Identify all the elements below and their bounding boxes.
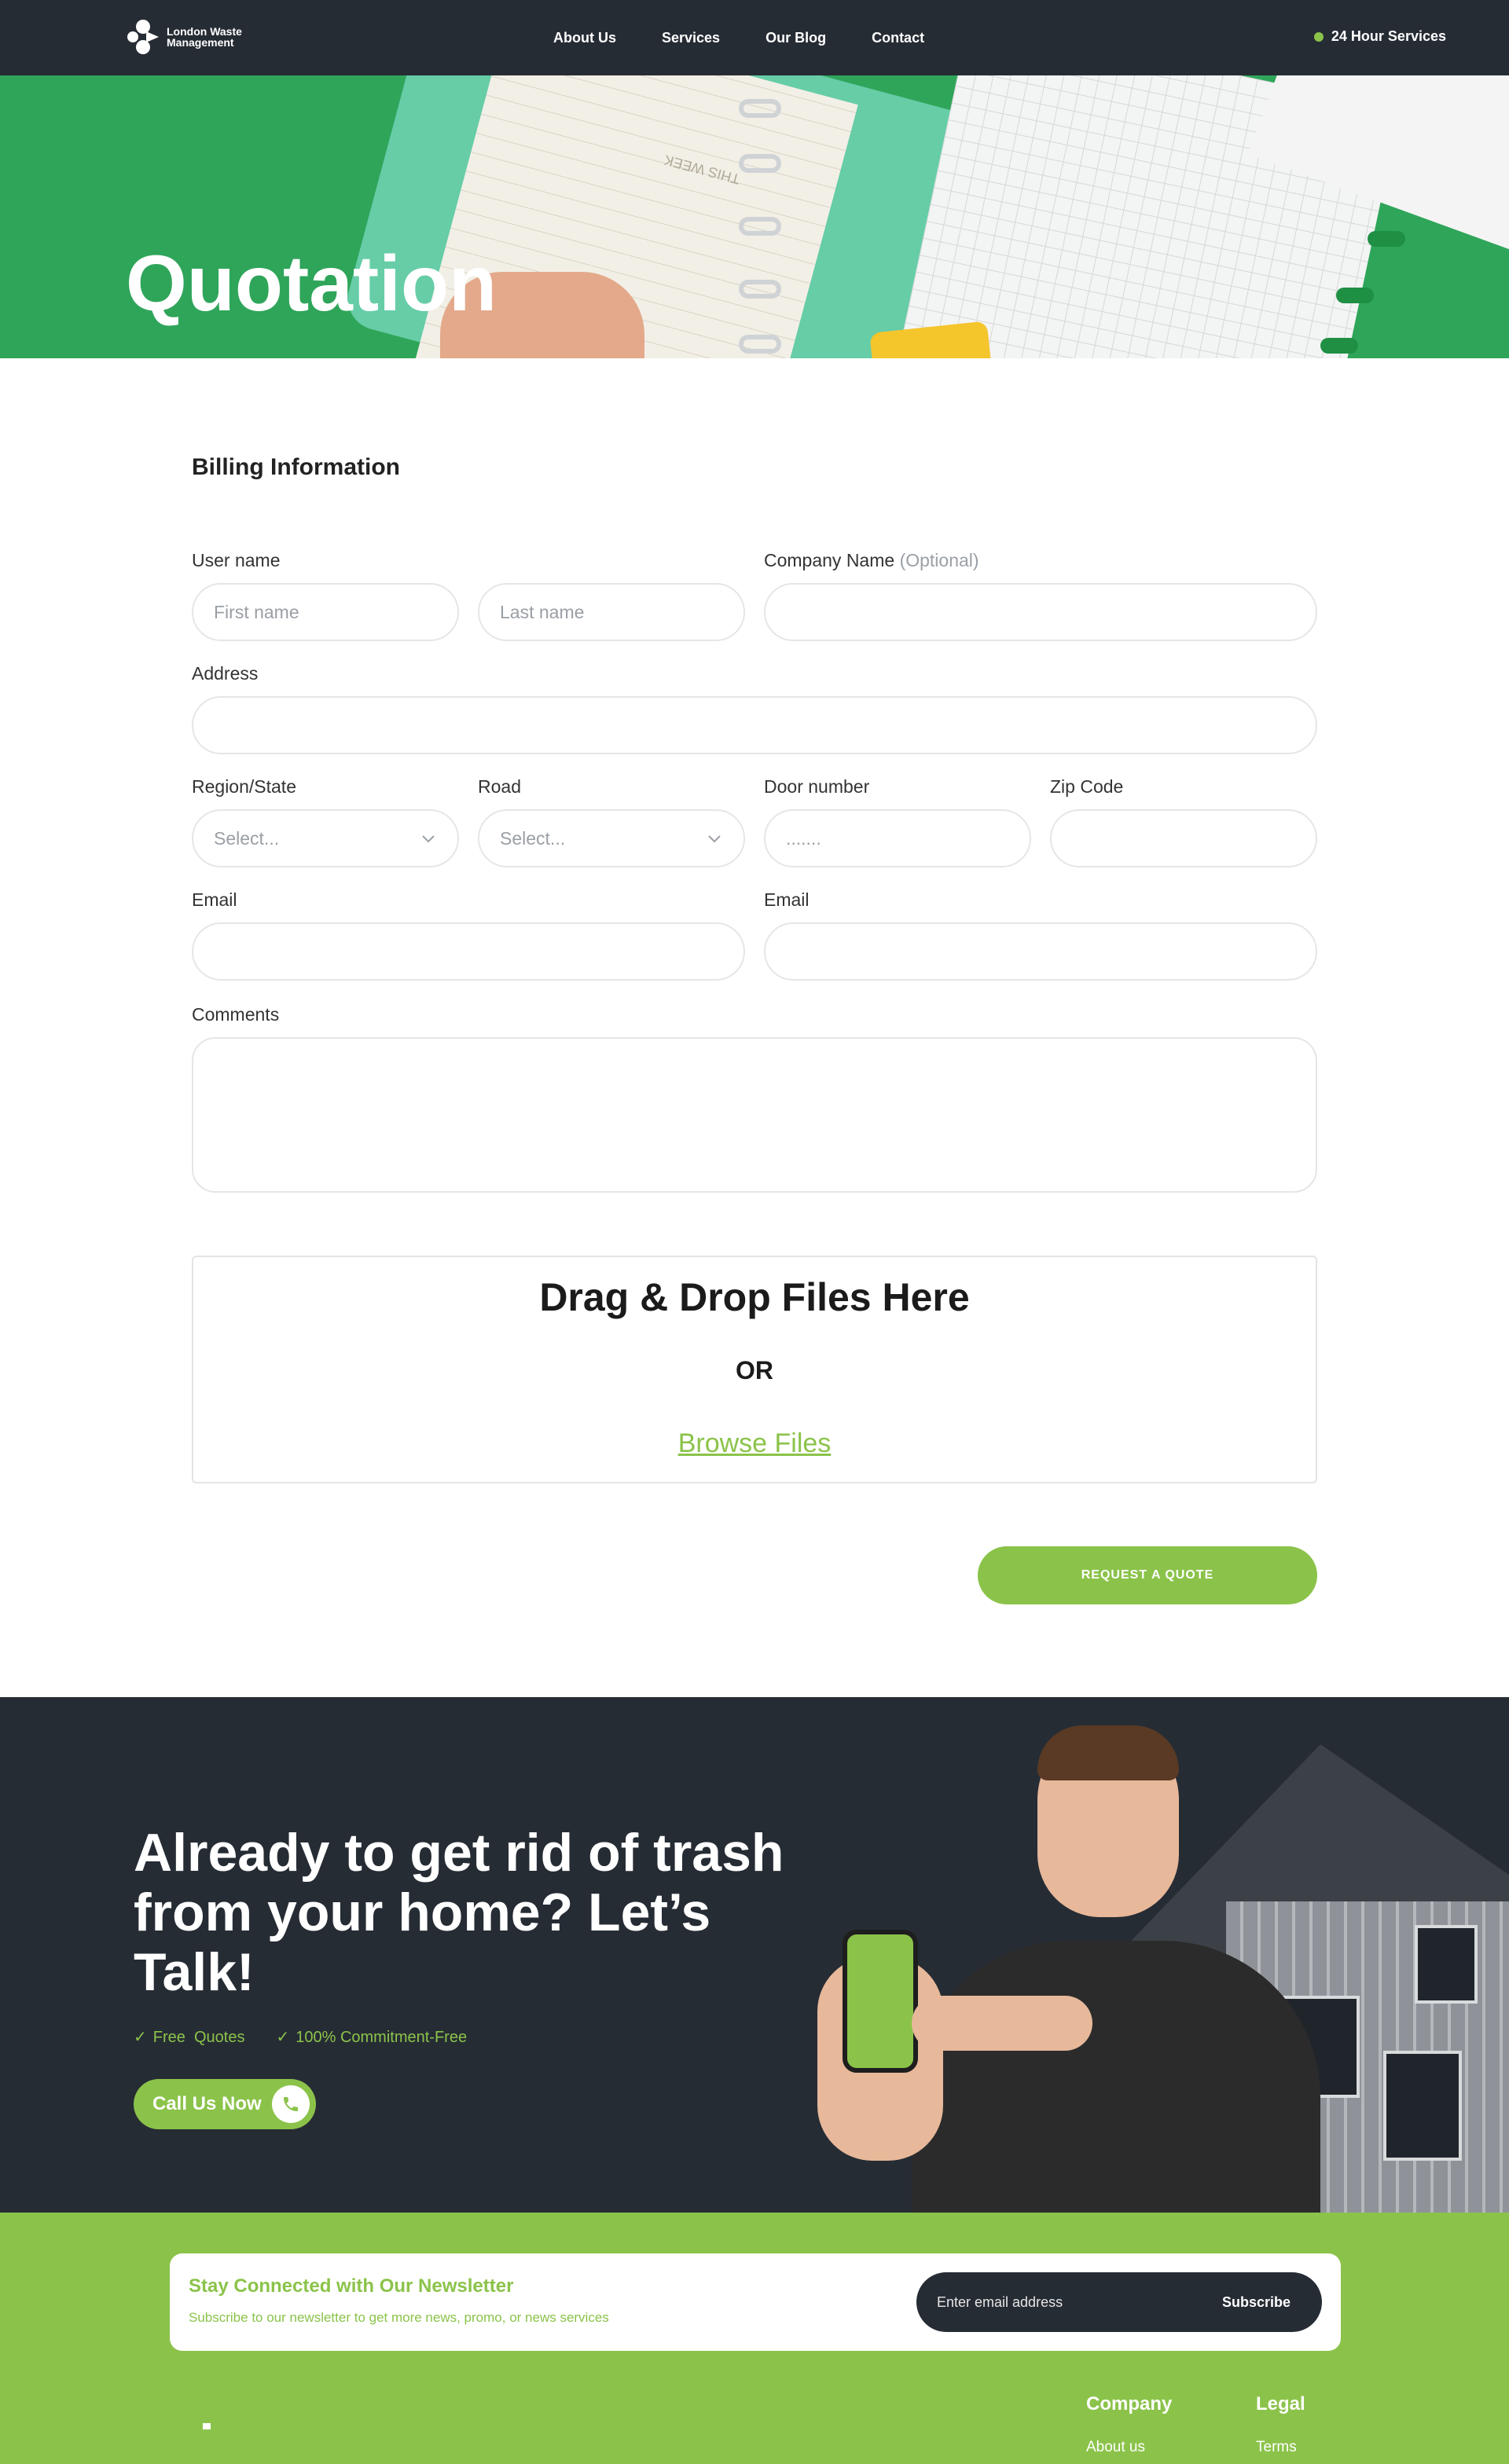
newsletter-title: Stay Connected with Our Newsletter	[189, 2275, 514, 2297]
company-name-input[interactable]	[764, 583, 1317, 641]
chevron-down-icon	[708, 835, 721, 843]
subscribe-button[interactable]: Subscribe	[1222, 2272, 1291, 2332]
worker-pointing-hand-image	[912, 1996, 1092, 2051]
main-nav: About Us Services Our Blog Contact	[553, 0, 924, 75]
folder-tab	[1368, 231, 1405, 247]
benefit-item: ✓ 100% Commitment-Free	[276, 2027, 467, 2047]
footer-logo-fragment	[203, 2423, 211, 2429]
footer-link-terms[interactable]: Terms	[1256, 2439, 1297, 2456]
last-name-input[interactable]	[478, 583, 745, 641]
nav-about-us[interactable]: About Us	[553, 30, 616, 46]
newsletter-card: Stay Connected with Our Newsletter Subsc…	[170, 2253, 1341, 2351]
nav-contact[interactable]: Contact	[872, 30, 924, 46]
worker-image	[912, 1941, 1320, 2213]
email-label-secondary: Email	[764, 889, 810, 910]
footer-link-about-us[interactable]: About us	[1086, 2439, 1145, 2456]
zip-code-label: Zip Code	[1050, 776, 1124, 797]
logo-text: London Waste Management	[167, 25, 242, 49]
zip-code-input[interactable]	[1050, 809, 1317, 867]
binder-rings-image	[739, 83, 786, 358]
chevron-down-icon	[422, 835, 435, 843]
folder-tab	[1336, 288, 1374, 303]
road-select-value: Select...	[500, 827, 566, 849]
cta-section: Already to get rid of trash from your ho…	[0, 1697, 1509, 2213]
check-icon: ✓	[134, 2029, 147, 2046]
footer-legal-heading: Legal	[1256, 2393, 1305, 2414]
comments-textarea[interactable]	[192, 1037, 1317, 1193]
email-label: Email	[192, 889, 237, 910]
cta-benefits: ✓ Free Quotes ✓ 100% Commitment-Free	[134, 2027, 467, 2047]
region-select-value: Select...	[214, 827, 280, 849]
door-number-input[interactable]	[764, 809, 1031, 867]
house-window	[1415, 1925, 1478, 2004]
call-us-button[interactable]: Call Us Now	[134, 2079, 316, 2129]
check-icon: ✓	[276, 2029, 290, 2046]
optional-hint: (Optional)	[899, 550, 979, 570]
request-quote-button[interactable]: REQUEST A QUOTE	[978, 1546, 1317, 1604]
region-label: Region/State	[192, 776, 296, 797]
comments-label: Comments	[192, 1004, 280, 1025]
status-dot-icon	[1313, 31, 1324, 42]
call-us-label: Call Us Now	[152, 2093, 262, 2114]
dropzone-title: Drag & Drop Files Here	[539, 1275, 970, 1319]
region-select[interactable]: Select...	[192, 809, 459, 867]
newsletter-form: Subscribe	[916, 2272, 1322, 2332]
email-input-secondary[interactable]	[764, 922, 1317, 981]
nav-our-blog[interactable]: Our Blog	[766, 30, 826, 46]
email-input[interactable]	[192, 922, 745, 981]
road-select[interactable]: Select...	[478, 809, 745, 867]
hero-paper-text: THIS WEEK	[662, 152, 742, 188]
site-footer: Stay Connected with Our Newsletter Subsc…	[0, 2213, 1509, 2464]
hero-banner: THIS WEEK Quotation	[0, 75, 1509, 358]
newsletter-subtitle: Subscribe to our newsletter to get more …	[189, 2310, 609, 2325]
address-input[interactable]	[192, 696, 1317, 754]
company-label-text: Company Name	[764, 550, 895, 570]
username-label: User name	[192, 550, 281, 570]
phone-icon	[272, 2085, 310, 2123]
newsletter-email-input[interactable]	[937, 2272, 1188, 2332]
phone-image	[843, 1930, 918, 2073]
folder-tab	[1320, 338, 1358, 354]
address-label: Address	[192, 663, 259, 684]
page-title: Quotation	[126, 240, 497, 328]
door-number-label: Door number	[764, 776, 870, 797]
hours-indicator[interactable]: 24 Hour Services	[1313, 28, 1446, 45]
cta-title: Already to get rid of trash from your ho…	[134, 1823, 784, 2002]
benefit-item: ✓ Free Quotes	[134, 2027, 244, 2047]
logo-icon	[126, 17, 160, 57]
road-label: Road	[478, 776, 521, 797]
company-label: Company Name (Optional)	[764, 550, 979, 571]
benefit-text: Free Quotes	[152, 2029, 245, 2046]
file-dropzone[interactable]: Drag & Drop Files Here OR Browse Files	[192, 1256, 1317, 1483]
section-title: Billing Information	[192, 454, 400, 480]
hours-label: 24 Hour Services	[1331, 28, 1446, 44]
first-name-input[interactable]	[192, 583, 459, 641]
browse-files-link[interactable]: Browse Files	[678, 1428, 832, 1458]
footer-company-heading: Company	[1086, 2393, 1173, 2414]
house-window	[1383, 2051, 1462, 2161]
nav-services[interactable]: Services	[662, 30, 720, 46]
logo[interactable]: London Waste Management	[126, 17, 245, 57]
dropzone-or: OR	[736, 1356, 773, 1384]
benefit-text: 100% Commitment-Free	[296, 2029, 468, 2046]
site-header: London Waste Management About Us Service…	[0, 0, 1509, 75]
worker-hair-image	[1037, 1725, 1179, 1780]
